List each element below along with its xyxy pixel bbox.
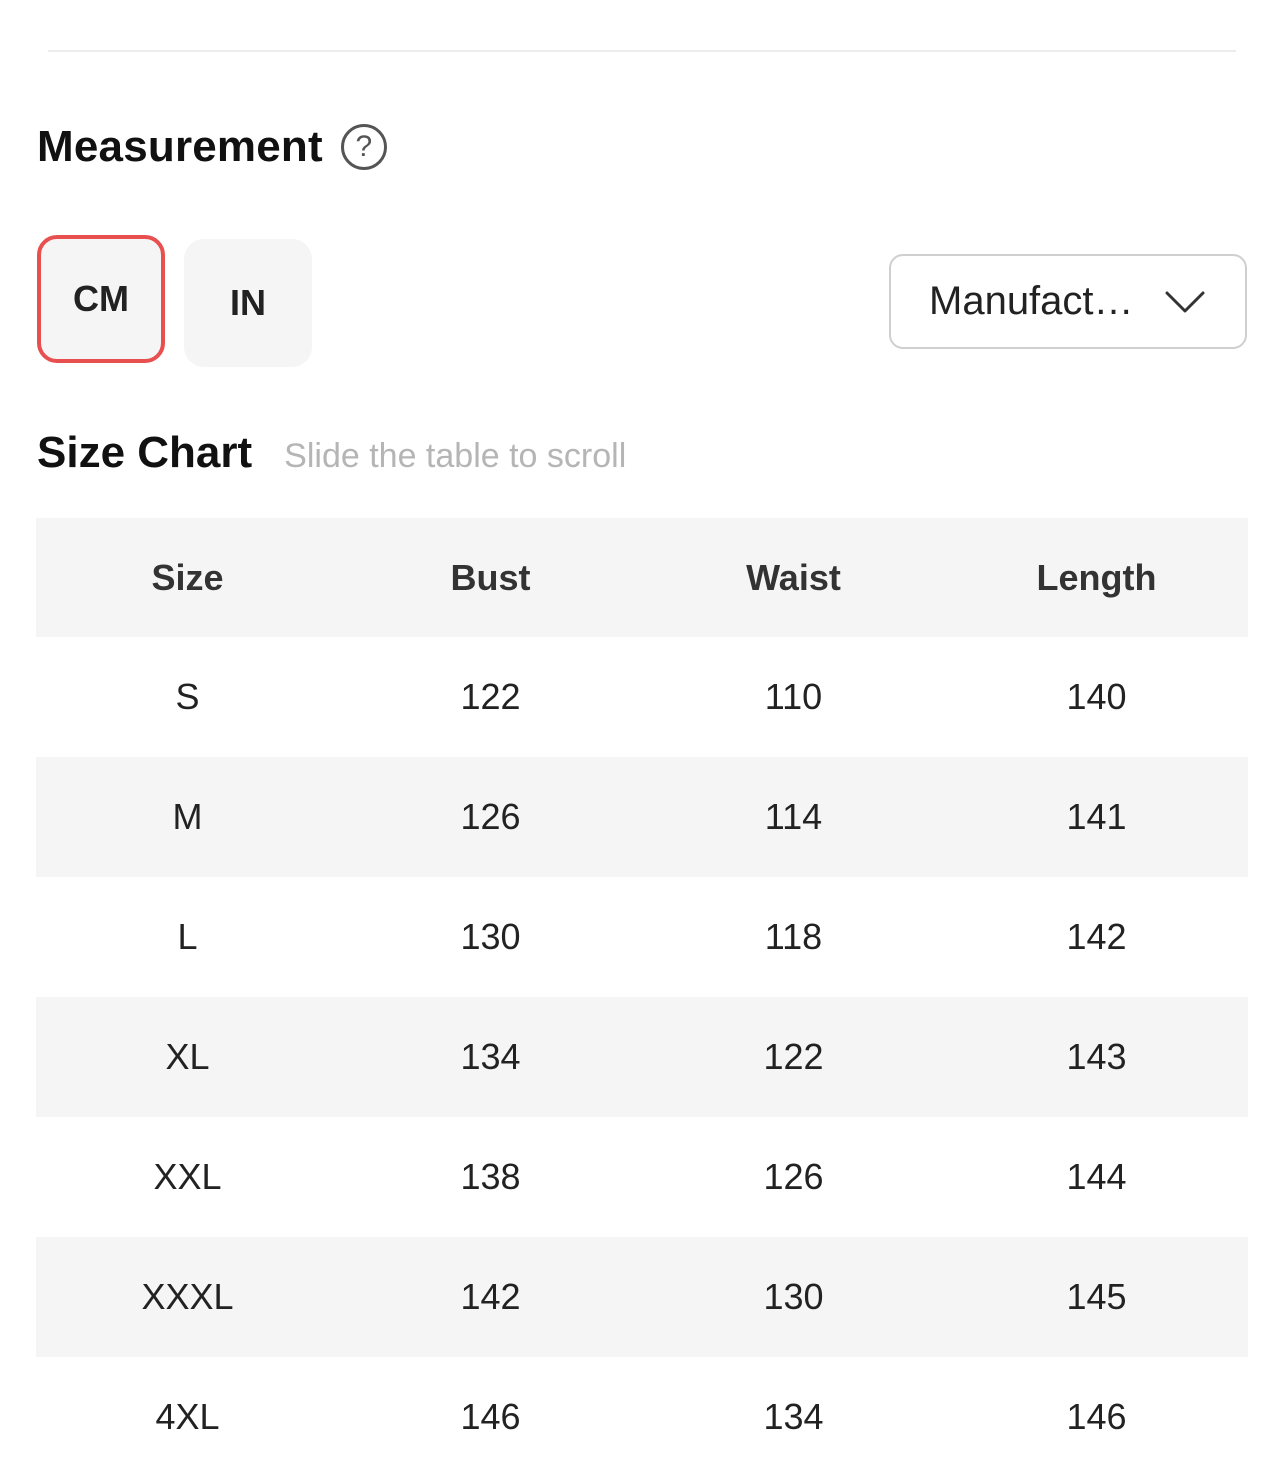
table-cell-bust: 122 xyxy=(460,676,521,717)
table-cell-waist: 122 xyxy=(763,1036,824,1077)
table-cell-size: L xyxy=(177,916,198,957)
table-cell-waist: 130 xyxy=(763,1276,824,1317)
table-cell-bust: 138 xyxy=(460,1156,521,1197)
table-cell-size: XXXL xyxy=(141,1276,234,1317)
table-cell-size: XL xyxy=(165,1036,210,1077)
table-cell-length: 140 xyxy=(1066,676,1127,717)
table-cell-bust: 146 xyxy=(460,1396,521,1437)
table-cell-waist: 118 xyxy=(764,916,823,957)
table-cell-size: M xyxy=(172,796,203,837)
table-row: XXXL 142 130 145 xyxy=(36,1237,1248,1357)
table-row: L 130 118 142 xyxy=(36,877,1248,997)
unit-in-button[interactable]: IN xyxy=(184,239,312,367)
table-header-row: Size Bust Waist Length xyxy=(36,518,1248,637)
column-header-waist: Waist xyxy=(746,556,841,598)
column-header-length: Length xyxy=(1036,556,1157,598)
table-cell-length: 145 xyxy=(1066,1276,1127,1317)
chevron-down-icon xyxy=(1165,291,1205,312)
table-row: XXL 138 126 144 xyxy=(36,1117,1248,1237)
column-header-bust: Bust xyxy=(450,556,531,598)
dropdown-value: Manufact… xyxy=(929,279,1134,323)
unit-cm-button[interactable]: CM xyxy=(37,235,165,363)
size-chart-title: Size Chart xyxy=(37,428,253,477)
table-cell-bust: 130 xyxy=(460,916,521,957)
table-row: 4XL 146 134 146 xyxy=(36,1357,1248,1477)
table-cell-waist: 126 xyxy=(763,1156,824,1197)
scroll-hint: Slide the table to scroll xyxy=(284,437,627,475)
table-cell-size: S xyxy=(175,676,200,717)
table-cell-length: 143 xyxy=(1066,1036,1127,1077)
question-circle-icon[interactable]: ? xyxy=(340,124,387,170)
table-cell-length: 146 xyxy=(1066,1396,1127,1437)
table-cell-length: 142 xyxy=(1066,916,1127,957)
table-row: S 122 110 140 xyxy=(36,637,1248,757)
size-standard-dropdown[interactable]: Manufact… xyxy=(889,254,1247,349)
top-divider xyxy=(48,50,1236,52)
size-chart-header: Size Chart Slide the table to scroll xyxy=(37,428,626,478)
column-header-size: Size xyxy=(151,556,224,598)
table-cell-length: 141 xyxy=(1066,796,1127,837)
table-cell-bust: 134 xyxy=(460,1036,521,1077)
table-cell-bust: 126 xyxy=(460,796,521,837)
table-cell-waist: 114 xyxy=(764,796,823,837)
table-cell-bust: 142 xyxy=(460,1276,521,1317)
table-cell-waist: 134 xyxy=(763,1396,824,1437)
table-cell-size: XXL xyxy=(153,1156,222,1197)
measurement-title: Measurement xyxy=(37,122,323,171)
table-row: M 126 114 141 xyxy=(36,757,1248,877)
size-table[interactable]: Size Bust Waist Length S 122 110 140 M 1… xyxy=(36,518,1248,1477)
table-cell-length: 144 xyxy=(1066,1156,1127,1197)
table-cell-size: 4XL xyxy=(155,1396,220,1437)
table-cell-waist: 110 xyxy=(764,676,823,717)
measurement-header: Measurement ? xyxy=(37,118,387,176)
table-row: XL 134 122 143 xyxy=(36,997,1248,1117)
